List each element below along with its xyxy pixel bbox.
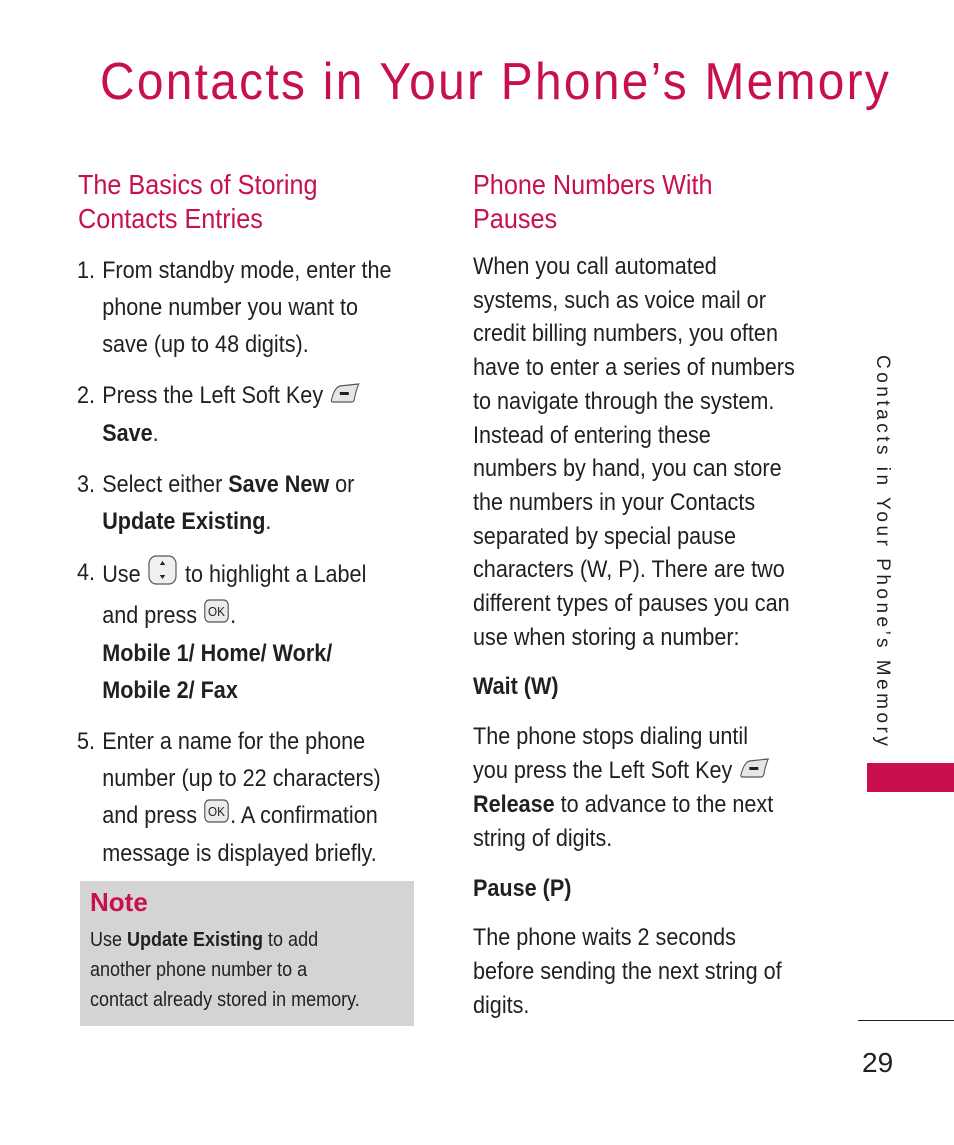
paragraph-line: characters (W, P). There are two [473,556,785,584]
section-heading-pauses: Phone Numbers With Pauses [473,168,712,236]
key-label-save: Save [102,420,153,448]
svg-text:OK: OK [208,805,226,820]
left-soft-key-icon [738,755,770,789]
step-number: 4. [77,559,96,587]
note-text-line: another phone number to a [90,959,308,981]
paragraph-line: Instead of entering these [473,421,711,449]
paragraph-line: When you call automated [473,253,717,280]
step-text: Enter a name for the phone [102,728,366,756]
step-3: 3. Select either Save New or Update Exis… [77,466,444,540]
step-text: From standby mode, enter the [102,257,392,284]
steps-list: 1. From standby mode, enter the phone nu… [77,252,485,886]
step-4: 4. Use to highlight a Label and press OK… [77,554,444,709]
subheading-wait: Wait (W) [473,673,559,701]
paragraph-line: systems, such as voice mail or [473,286,766,314]
step-text: phone number you want to [102,294,358,321]
svg-text:OK: OK [208,605,226,620]
punctuation: . [230,602,237,630]
paragraph-line: have to enter a series of numbers [473,354,795,382]
paragraph-line: credit billing numbers, you often [473,320,778,348]
step-text: or [329,471,355,499]
subheading-pause: Pause (P) [473,874,572,902]
step-text: Select either [102,471,229,499]
pause-paragraph: The phone waits 2 seconds before sending… [473,921,795,1022]
side-tab-marker [867,763,954,792]
heading-line: The Basics of Storing [78,169,318,200]
note-text-line: contact already stored in memory. [90,989,360,1011]
step-number: 5. [77,728,96,756]
paragraph-line: The phone stops dialing until [473,723,748,751]
step-5: 5. Enter a name for the phone number (up… [77,723,444,872]
step-text: and press [102,602,198,630]
side-tab-label: Contacts in Your Phone’s Memory [872,355,893,750]
page-number: 29 [862,1047,894,1078]
ok-key-icon: OK [203,798,230,835]
option-save-new: Save New [228,471,330,499]
page-title: Contacts in Your Phone’s Memory [100,53,892,111]
punctuation: . [152,420,159,448]
paragraph-line: separated by special pause [473,522,736,550]
wait-paragraph: The phone stops dialing until you press … [473,720,795,856]
punctuation: . [265,508,272,536]
paragraph-line: to advance to the next [554,791,774,819]
left-soft-key-icon [329,378,361,415]
label-options: Mobile 1/ Home/ Work/ [102,640,333,668]
step-text: and press [102,802,198,830]
step-text: save (up to 48 digits). [102,331,309,358]
step-text: message is displayed briefly. [102,840,377,868]
option-update-existing: Update Existing [102,508,266,536]
note-box: Note Use Update Existing to add another … [80,881,414,1026]
step-text: Press the Left Soft Key [102,382,324,409]
step-1: 1. From standby mode, enter the phone nu… [77,252,444,363]
label-options: Mobile 2/ Fax [102,677,238,705]
note-text-part: Use [90,929,128,951]
paragraph-line: digits. [473,991,530,1019]
key-label-release: Release [473,791,555,819]
paragraph-line: the numbers in your Contacts [473,488,756,516]
paragraph-line: The phone waits 2 seconds [473,924,736,952]
paragraph-line: numbers by hand, you can store [473,455,782,483]
note-bold-term: Update Existing [127,929,264,951]
heading-line: Phone Numbers With [473,169,713,200]
section-heading-basics: The Basics of Storing Contacts Entries [78,168,318,236]
step-number: 2. [77,382,96,409]
ok-key-icon: OK [203,598,230,635]
paragraph-line: use when storing a number: [473,623,740,651]
footer-divider [858,1020,954,1021]
heading-line: Pauses [473,203,558,234]
note-text: Use Update Existing to add another phone… [90,925,360,1015]
paragraph-line: different types of pauses you can [473,590,790,618]
intro-paragraph: When you call automated systems, such as… [473,250,795,654]
step-number: 1. [77,257,96,284]
step-text: Use [102,561,141,588]
heading-line: Contacts Entries [78,203,263,234]
paragraph-line: string of digits. [473,825,613,853]
step-number: 3. [77,471,96,499]
paragraph-line: you press the Left Soft Key [473,756,733,784]
step-text: number (up to 22 characters) [102,765,381,793]
navigation-up-down-key-icon [147,554,179,597]
pauses-body: When you call automated systems, such as… [473,250,831,1023]
note-title: Note [90,887,148,917]
note-text-part: to add [263,929,319,951]
step-text: . A confirmation [230,802,378,830]
step-2: 2. Press the Left Soft Key Save. [77,377,444,452]
paragraph-line: to navigate through the system. [473,387,775,415]
paragraph-line: before sending the next string of [473,958,782,986]
step-text: to highlight a Label [185,561,367,588]
